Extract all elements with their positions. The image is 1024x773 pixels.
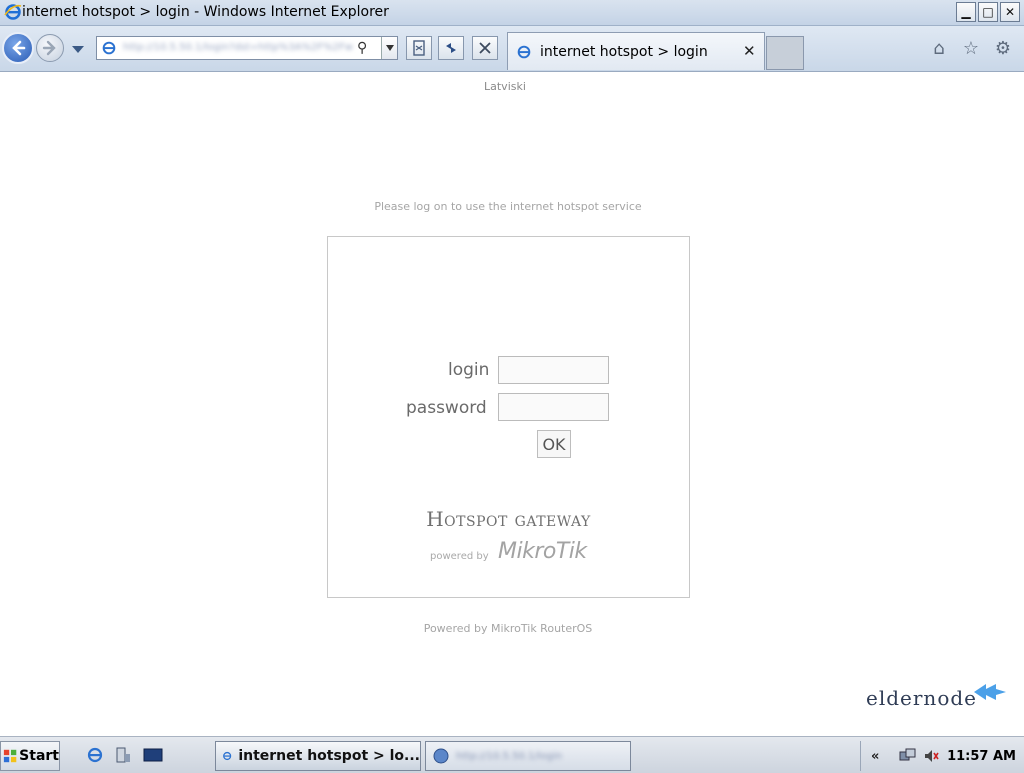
forward-button[interactable]: [36, 34, 64, 62]
language-link[interactable]: Latviski: [484, 80, 526, 93]
server-icon: [116, 747, 130, 763]
footer-powered-by: Powered by MikroTik RouterOS: [423, 622, 593, 635]
stop-button[interactable]: [472, 36, 498, 60]
start-button[interactable]: Start: [0, 741, 60, 771]
browser-tools: ⌂ ☆ ⚙: [928, 37, 1014, 59]
close-button[interactable]: ✕: [1000, 2, 1020, 22]
taskbar-item-remote[interactable]: http://10.5.50.1/login: [425, 741, 631, 771]
hotspot-gateway-title: Hotspot gateway: [426, 507, 591, 531]
windows-logo-icon: [3, 749, 17, 763]
settings-gear-icon[interactable]: ⚙: [992, 37, 1014, 59]
ok-button[interactable]: OK: [537, 430, 571, 458]
minimize-button[interactable]: ▁: [956, 2, 976, 22]
address-url: http://10.5.50.1/login?dst=http%3A%2F%2F…: [123, 42, 353, 53]
taskbar: Start internet hotspot > lo... http://10…: [0, 736, 1024, 773]
arrow-right-icon: [42, 40, 56, 56]
ie-icon: [4, 4, 22, 20]
ie-icon: [87, 747, 103, 763]
quicklaunch-powershell-icon[interactable]: [142, 745, 164, 765]
window-controls: ▁ □ ✕: [956, 2, 1020, 22]
address-bar[interactable]: http://10.5.50.1/login?dst=http%3A%2F%2F…: [96, 36, 398, 60]
password-input[interactable]: [498, 393, 609, 421]
taskbar-item-label: http://10.5.50.1/login: [456, 750, 563, 762]
eldernode-logo-icon: [974, 684, 1006, 700]
login-box: login password OK Hotspot gateway powere…: [327, 236, 690, 598]
login-input[interactable]: [498, 356, 609, 384]
show-hidden-icons-chevron[interactable]: «: [871, 749, 879, 764]
compatibility-icon: [413, 40, 425, 56]
quicklaunch-server-manager-icon[interactable]: [112, 745, 134, 765]
new-tab-button[interactable]: [766, 36, 804, 70]
network-icon[interactable]: [899, 748, 917, 764]
login-label: login: [448, 360, 490, 380]
ie-icon: [102, 41, 116, 55]
tab-internet-hotspot-login[interactable]: internet hotspot > login ✕: [507, 32, 765, 70]
taskbar-item-ie-hotspot[interactable]: internet hotspot > lo...: [215, 741, 421, 771]
password-label: password: [406, 398, 487, 418]
compatibility-view-button[interactable]: [406, 36, 432, 60]
system-tray: « 11:57 AM: [860, 741, 1024, 771]
volume-muted-icon[interactable]: [923, 748, 940, 764]
mikrotik-logo: MikroTik: [498, 539, 587, 564]
title-bar: internet hotspot > login - Windows Inter…: [0, 0, 1024, 26]
powered-by-label: powered by: [430, 551, 489, 562]
maximize-button[interactable]: □: [978, 2, 998, 22]
quicklaunch-ie-icon[interactable]: [84, 745, 106, 765]
stop-icon: [479, 42, 491, 54]
navigation-bar: http://10.5.50.1/login?dst=http%3A%2F%2F…: [0, 26, 1024, 72]
page-content: Latviski Please log on to use the intern…: [0, 72, 1024, 736]
ie-icon: [223, 751, 232, 761]
globe-icon: [433, 748, 449, 764]
favorites-star-icon[interactable]: ☆: [960, 37, 982, 59]
arrow-left-icon: [12, 40, 26, 56]
start-label: Start: [19, 748, 59, 764]
back-button[interactable]: [2, 32, 34, 64]
refresh-button[interactable]: [438, 36, 464, 60]
address-dropdown-button[interactable]: [381, 37, 397, 59]
console-icon: [143, 748, 163, 762]
eldernode-watermark: eldernode: [866, 686, 977, 710]
tab-label: internet hotspot > login: [540, 44, 708, 60]
history-dropdown-icon[interactable]: [72, 46, 84, 53]
login-notice: Please log on to use the internet hotspo…: [374, 200, 642, 213]
refresh-icon: [446, 43, 456, 53]
ie-icon: [517, 45, 531, 59]
clock[interactable]: 11:57 AM: [947, 749, 1016, 764]
taskbar-item-label: internet hotspot > lo...: [238, 748, 420, 764]
window-title: internet hotspot > login - Windows Inter…: [22, 4, 389, 20]
search-icon[interactable]: ⚲: [357, 40, 367, 56]
tab-close-icon[interactable]: ✕: [743, 42, 756, 60]
chevron-down-icon: [385, 45, 394, 51]
home-icon[interactable]: ⌂: [928, 37, 950, 59]
screen: internet hotspot > login - Windows Inter…: [0, 0, 1024, 773]
